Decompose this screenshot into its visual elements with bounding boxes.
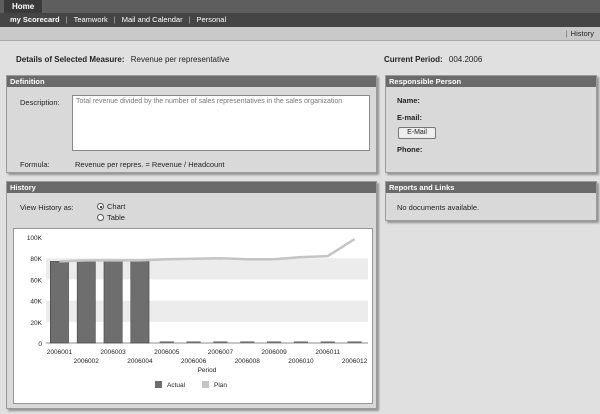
grid-band <box>46 237 368 259</box>
x-tick-label: 2006011 <box>315 349 340 356</box>
definition-panel: Definition Description: Total revenue di… <box>6 75 377 173</box>
x-tick-label: 2006003 <box>100 349 126 356</box>
y-tick-label: 100K <box>27 235 43 242</box>
history-panel: History View History as: Chart Table 0 20… <box>6 181 377 409</box>
chart-svg: 020K40K60K80K100K20060012006002200600320… <box>27 235 368 389</box>
bar-actual <box>103 260 123 344</box>
y-tick-label: 0 <box>38 341 42 348</box>
x-tick-label: 2006007 <box>208 349 234 356</box>
radio-table[interactable]: Table <box>97 213 125 222</box>
nav-item-mail-calendar[interactable]: Mail and Calendar <box>122 13 183 27</box>
definition-title: Definition <box>7 76 376 87</box>
description-box[interactable]: Total revenue divided by the number of s… <box>72 95 370 151</box>
y-tick-label: 20K <box>30 320 42 327</box>
responsible-title: Responsible Person <box>386 76 596 87</box>
measure-label: Details of Selected Measure: <box>16 55 125 64</box>
x-tick-label: 2006006 <box>181 358 207 365</box>
x-tick-label: 2006010 <box>288 358 314 365</box>
description-label: Description: <box>20 98 60 107</box>
measure-row: Details of Selected Measure: Revenue per… <box>16 55 229 64</box>
y-tick-label: 40K <box>30 299 42 306</box>
nav-item-personal[interactable]: Personal <box>197 13 227 27</box>
radio-chart-icon[interactable] <box>97 203 104 210</box>
phone-label: Phone: <box>397 145 423 154</box>
history-link-label[interactable]: History <box>571 29 594 38</box>
x-tick-label: 2006001 <box>47 349 73 356</box>
view-history-label: View History as: <box>20 203 74 212</box>
radio-chart-label: Chart <box>107 202 126 211</box>
nav-item-teamwork[interactable]: Teamwork <box>74 13 108 27</box>
legend-actual-swatch <box>155 381 162 388</box>
x-tick-label: 2006004 <box>127 358 153 365</box>
radio-chart[interactable]: Chart <box>97 202 125 211</box>
period-row: Current Period: 004.2006 <box>384 55 482 64</box>
history-link[interactable]: | History <box>566 29 594 38</box>
legend-plan-label: Plan <box>214 382 227 389</box>
reports-panel: Reports and Links No documents available… <box>385 181 597 221</box>
sub-navigation: my Scorecard | Teamwork | Mail and Calendar |… <box>0 13 600 27</box>
x-tick-label: 2006005 <box>154 349 180 356</box>
home-tab[interactable]: Home <box>4 0 43 13</box>
formula-value: Revenue per repres. = Revenue / Headcoun… <box>75 160 225 169</box>
history-title: History <box>7 182 376 193</box>
period-label: Current Period: <box>384 55 443 64</box>
y-tick-label: 80K <box>30 256 42 263</box>
x-tick-label: 2006009 <box>261 349 287 356</box>
name-label: Name: <box>397 96 420 105</box>
responsible-person-panel: Responsible Person Name: E-mail: E-Mail … <box>385 75 597 173</box>
top-bar: Home <box>0 0 600 13</box>
radio-table-label: Table <box>107 213 125 222</box>
toolbar-strip: | History <box>0 27 600 41</box>
x-tick-label: 2006008 <box>235 358 261 365</box>
formula-label: Formula: <box>20 160 50 169</box>
x-axis-label: Period <box>198 367 217 374</box>
bar-actual <box>50 261 69 344</box>
x-tick-label: 2006012 <box>342 358 368 365</box>
period-value: 004.2006 <box>448 55 483 64</box>
legend-plan-swatch <box>202 381 209 388</box>
reports-empty-text: No documents available. <box>397 203 480 212</box>
y-tick-label: 60K <box>30 277 42 284</box>
email-button[interactable]: E-Mail <box>398 127 436 139</box>
history-chart: 0 20K 40K 60K 80K 100K 2006001 2006002 2006003 20… <box>13 228 373 404</box>
measure-value: Revenue per representative <box>130 55 230 64</box>
radio-table-icon[interactable] <box>97 214 104 221</box>
legend-actual-label: Actual <box>167 382 186 389</box>
bar-actual <box>76 260 96 344</box>
reports-title: Reports and Links <box>386 182 596 193</box>
bar-actual <box>130 260 150 344</box>
x-tick-label: 2006002 <box>74 358 100 365</box>
email-label: E-mail: <box>397 113 423 122</box>
nav-item-my-scorecard[interactable]: my Scorecard <box>10 13 60 27</box>
